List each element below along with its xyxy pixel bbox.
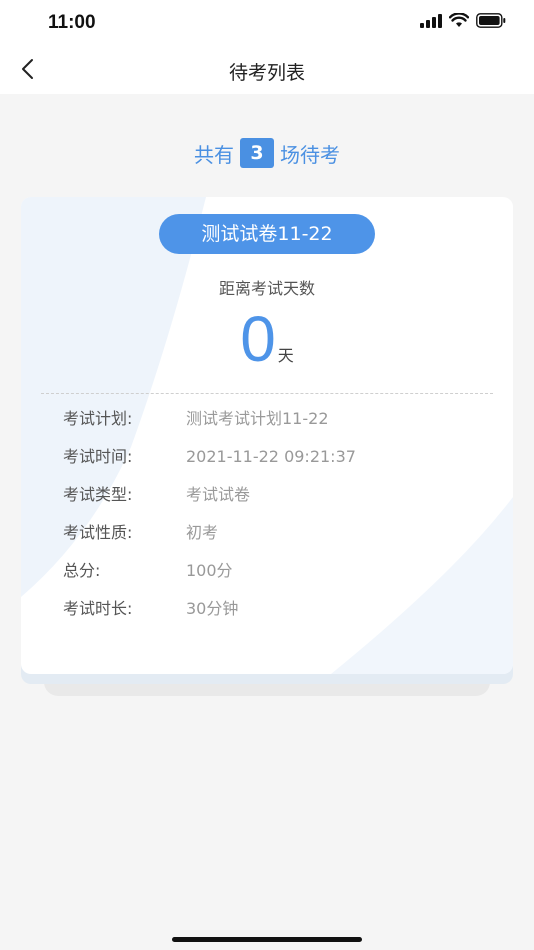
battery-icon bbox=[476, 13, 506, 32]
cellular-signal-icon bbox=[420, 13, 442, 32]
detail-value: 考试试卷 bbox=[186, 485, 251, 504]
pending-exam-summary: 共有 3 场待考 bbox=[0, 138, 534, 168]
dashed-divider bbox=[41, 393, 493, 394]
countdown: 0天 bbox=[21, 301, 513, 377]
status-time: 11:00 bbox=[48, 12, 96, 33]
detail-row-time: 考试时间: 2021-11-22 09:21:37 bbox=[63, 445, 483, 483]
countdown-days: 0 bbox=[240, 303, 276, 375]
page-title: 待考列表 bbox=[228, 62, 305, 84]
detail-value: 测试考试计划11-22 bbox=[186, 409, 329, 428]
nav-bar: 待考列表 bbox=[0, 48, 534, 94]
detail-label: 总分: bbox=[63, 561, 101, 580]
wifi-icon bbox=[448, 12, 470, 32]
detail-row-nature: 考试性质: 初考 bbox=[63, 521, 483, 559]
summary-prefix: 共有 bbox=[194, 142, 234, 167]
detail-row-plan: 考试计划: 测试考试计划11-22 bbox=[63, 407, 483, 445]
countdown-unit: 天 bbox=[277, 346, 294, 365]
detail-value: 30分钟 bbox=[186, 599, 239, 618]
detail-label: 考试性质: bbox=[63, 523, 133, 542]
detail-value: 100分 bbox=[186, 561, 233, 580]
home-indicator[interactable] bbox=[172, 937, 362, 942]
detail-row-type: 考试类型: 考试试卷 bbox=[63, 483, 483, 521]
summary-suffix: 场待考 bbox=[280, 142, 340, 167]
detail-label: 考试计划: bbox=[63, 409, 133, 428]
detail-label: 考试时间: bbox=[63, 447, 133, 466]
status-icons bbox=[420, 12, 506, 32]
detail-row-duration: 考试时长: 30分钟 bbox=[63, 597, 483, 635]
detail-label: 考试类型: bbox=[63, 485, 133, 504]
status-bar: 11:00 bbox=[0, 0, 534, 48]
countdown-label: 距离考试天数 bbox=[218, 279, 315, 298]
detail-label: 考试时长: bbox=[63, 599, 133, 618]
detail-row-score: 总分: 100分 bbox=[63, 559, 483, 597]
detail-value: 2021-11-22 09:21:37 bbox=[186, 447, 356, 466]
exam-name-pill: 测试试卷11-22 bbox=[159, 214, 375, 254]
pending-count-badge: 3 bbox=[240, 138, 274, 168]
detail-value: 初考 bbox=[186, 523, 219, 542]
exam-card[interactable]: 测试试卷11-22 距离考试天数 0天 考试计划: 测试考试计划11-22 考试… bbox=[21, 197, 513, 674]
exam-details: 考试计划: 测试考试计划11-22 考试时间: 2021-11-22 09:21… bbox=[63, 407, 483, 635]
